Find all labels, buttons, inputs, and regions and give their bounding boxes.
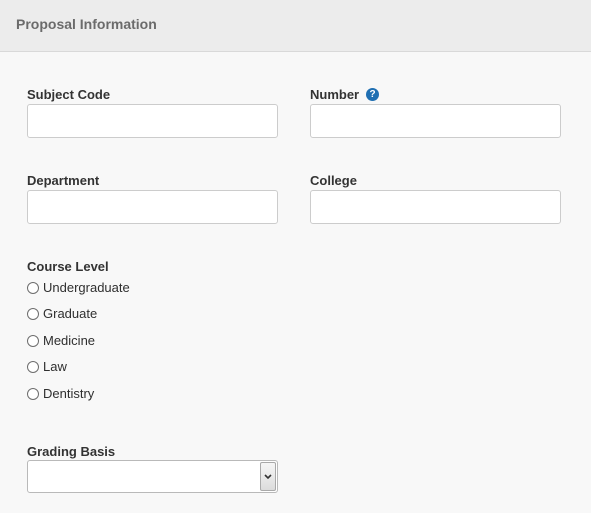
panel-title: Proposal Information [16, 16, 157, 32]
department-input[interactable] [27, 190, 278, 224]
radio-button[interactable] [27, 361, 39, 373]
college-label: College [310, 173, 357, 188]
radio-label: Dentistry [43, 386, 95, 401]
grading-basis-label: Grading Basis [27, 444, 116, 459]
course-level-option-law[interactable]: Law [27, 358, 67, 376]
number-label: Number [310, 87, 360, 102]
question-circle-icon[interactable]: ? [366, 88, 379, 101]
radio-label: Undergraduate [43, 280, 130, 295]
dropdown-button[interactable] [260, 462, 276, 491]
radio-label: Medicine [43, 333, 96, 348]
course-level-option-dentistry[interactable]: Dentistry [27, 385, 94, 403]
course-level-label: Course Level [27, 259, 109, 274]
chevron-down-icon [264, 474, 272, 480]
college-input[interactable] [310, 190, 561, 224]
grading-basis-select[interactable] [27, 460, 278, 493]
subject-code-input[interactable] [27, 104, 278, 138]
radio-label: Graduate [43, 306, 98, 321]
radio-button[interactable] [27, 282, 39, 294]
subject-code-label: Subject Code [27, 87, 111, 102]
course-level-option-medicine[interactable]: Medicine [27, 332, 95, 350]
radio-button[interactable] [27, 308, 39, 320]
radio-button[interactable] [27, 388, 39, 400]
department-label: Department [27, 173, 100, 188]
radio-button[interactable] [27, 335, 39, 347]
panel-header: Proposal Information [0, 0, 591, 52]
number-input[interactable] [310, 104, 561, 138]
course-level-option-graduate[interactable]: Graduate [27, 305, 97, 323]
course-level-option-undergraduate[interactable]: Undergraduate [27, 279, 130, 297]
radio-label: Law [43, 359, 67, 374]
